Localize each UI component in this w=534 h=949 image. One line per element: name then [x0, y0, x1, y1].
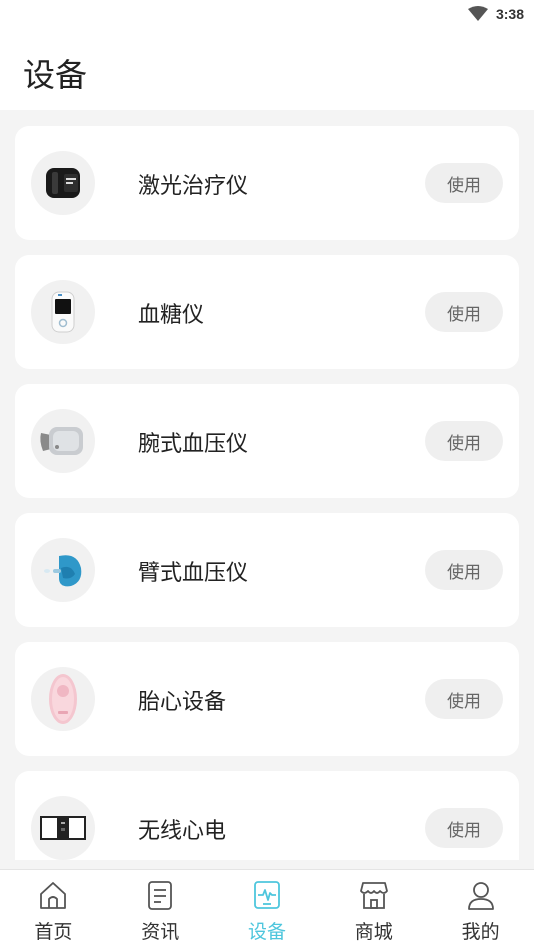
device-name: 血糖仪: [138, 303, 205, 328]
glucose-meter-icon: [31, 280, 95, 344]
wireless-ecg-icon: [31, 796, 95, 860]
device-card[interactable]: 无线心电 使用: [15, 771, 519, 860]
device-card[interactable]: 胎心设备 使用: [15, 642, 519, 756]
device-card[interactable]: 臂式血压仪 使用: [15, 513, 519, 627]
tab-shop[interactable]: 商城: [320, 870, 427, 949]
wrist-bp-monitor-icon: [31, 409, 95, 473]
device-name: 胎心设备: [138, 690, 227, 715]
device-list[interactable]: 激光治疗仪 使用 血糖仪 使用 腕式血压仪 使用 臂式血压仪 使用 胎心设备 使…: [0, 110, 534, 860]
watch-device-icon: [31, 151, 95, 215]
tab-profile[interactable]: 我的: [427, 870, 534, 949]
tab-label: 资讯: [141, 921, 180, 943]
tab-label: 设备: [247, 921, 286, 943]
device-pulse-icon: [250, 878, 284, 912]
device-card[interactable]: 腕式血压仪 使用: [15, 384, 519, 498]
shop-icon: [357, 878, 391, 912]
use-button[interactable]: 使用: [425, 550, 503, 590]
device-name: 臂式血压仪: [138, 561, 249, 586]
device-name: 无线心电: [138, 819, 227, 844]
status-time: 3:38: [495, 6, 524, 22]
user-icon: [464, 878, 498, 912]
device-card[interactable]: 激光治疗仪 使用: [15, 126, 519, 240]
arm-bp-monitor-icon: [31, 538, 95, 602]
header: 设备: [0, 28, 534, 110]
use-button[interactable]: 使用: [425, 679, 503, 719]
tab-devices[interactable]: 设备: [214, 870, 321, 949]
device-name: 激光治疗仪: [138, 174, 249, 199]
device-name: 腕式血压仪: [138, 432, 249, 457]
device-card[interactable]: 血糖仪 使用: [15, 255, 519, 369]
status-bar: 3:38: [0, 0, 534, 28]
use-button[interactable]: 使用: [425, 292, 503, 332]
use-button[interactable]: 使用: [425, 163, 503, 203]
page-title: 设备: [23, 56, 88, 94]
document-icon: [143, 878, 177, 912]
tab-home[interactable]: 首页: [0, 870, 107, 949]
use-button[interactable]: 使用: [425, 421, 503, 461]
tab-label: 首页: [34, 921, 73, 943]
tab-news[interactable]: 资讯: [107, 870, 214, 949]
home-icon: [36, 878, 70, 912]
tab-label: 商城: [354, 921, 393, 943]
use-button[interactable]: 使用: [425, 808, 503, 848]
tab-label: 我的: [461, 921, 500, 943]
wifi-icon: [467, 6, 488, 22]
fetal-doppler-icon: [31, 667, 95, 731]
bottom-tab-bar: 首页 资讯 设备 商城 我的: [0, 869, 534, 949]
